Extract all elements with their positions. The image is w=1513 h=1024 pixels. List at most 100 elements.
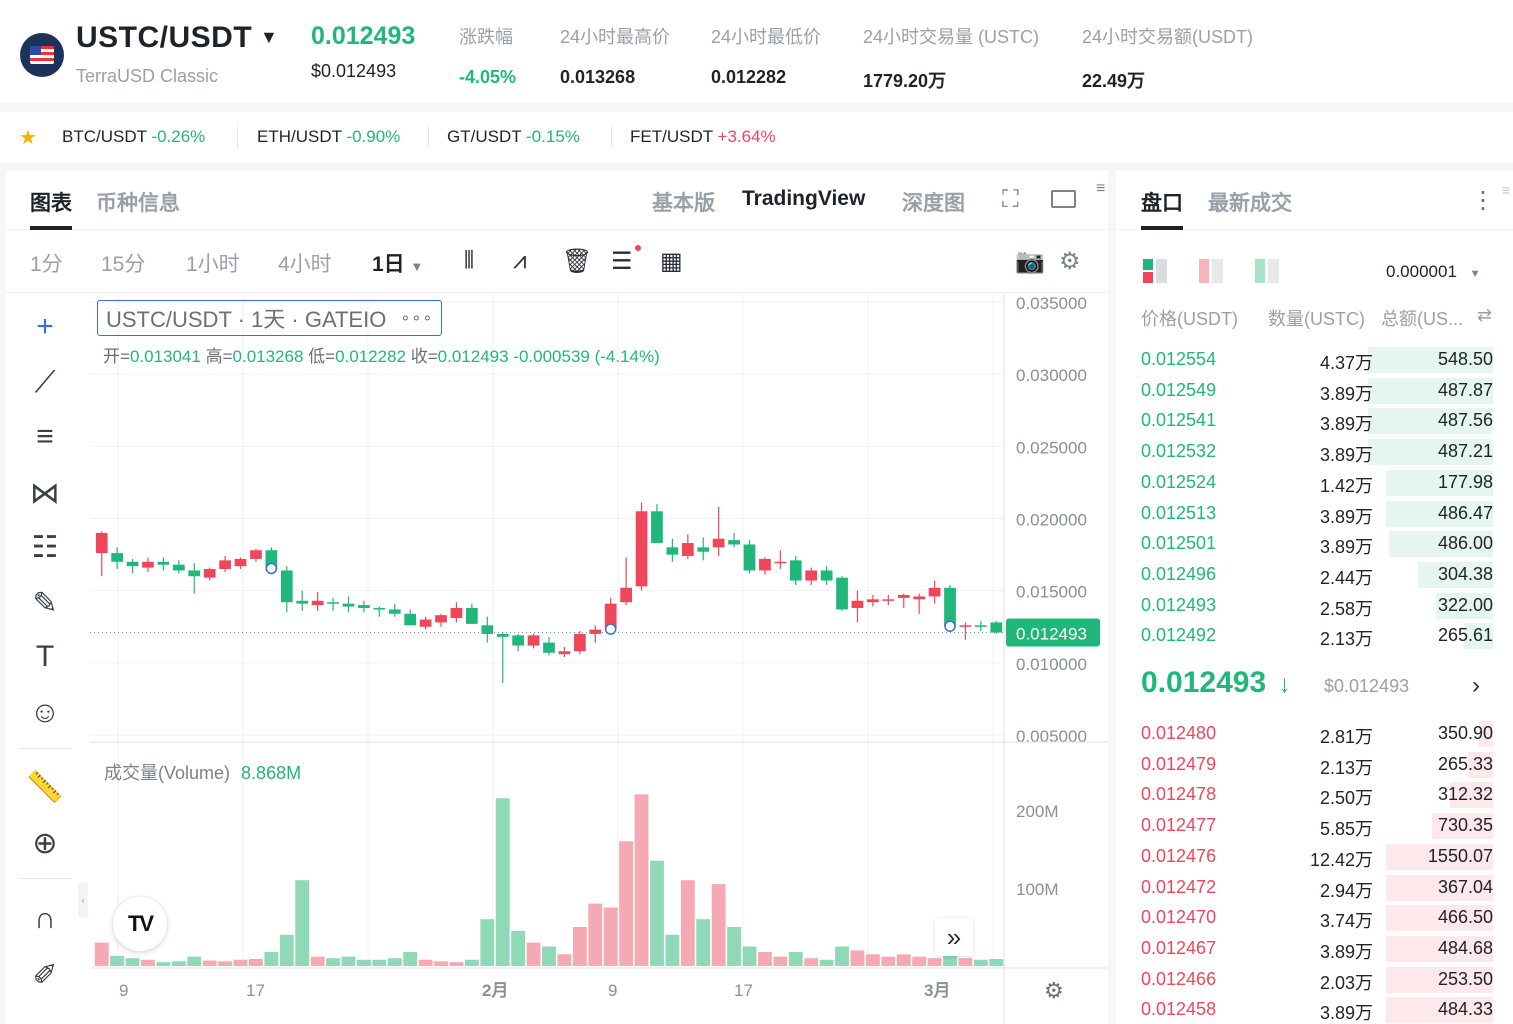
volume-bar [249,958,263,966]
bid-row[interactable]: 0.012470 3.74万 466.50 [1116,903,1513,933]
low-label: 低= [308,347,336,366]
row-quantity: 3.89万 [1319,445,1373,466]
row-total: 265.61 [1437,625,1493,646]
ticker-item-eth[interactable]: ETH/USDT -0.90% [257,127,400,147]
ask-row[interactable]: 0.012554 4.37万 548.50 [1116,345,1513,375]
bid-row[interactable]: 0.012466 2.03万 253.50 [1116,965,1513,995]
scroll-to-latest-button[interactable]: » [935,918,973,956]
legend-title: USTC/USDT · 1天 · GATEIO [106,307,387,332]
row-quantity: 3.89万 [1319,941,1373,962]
candle-body [836,577,848,610]
caret-down-icon[interactable]: ▼ [260,27,278,48]
panel-menu-icon[interactable]: ≡ [1502,182,1510,198]
volume-bar [835,946,849,966]
y-tick-label: 0.005000 [1016,727,1087,746]
pair-selector[interactable]: USTC/USDT [76,21,252,55]
candle-body [512,635,525,646]
row-total: 265.33 [1437,753,1493,774]
book-view-asks-icon[interactable] [1254,258,1280,284]
book-view-both-icon[interactable] [1142,258,1168,284]
ask-row[interactable]: 0.012493 2.58万 322.00 [1116,591,1513,621]
volume-bar [295,880,310,966]
ticker-item-btc[interactable]: BTC/USDT -0.26% [62,127,205,147]
bid-row[interactable]: 0.012480 2.81万 350.90 [1116,719,1513,749]
candle-body [697,547,710,552]
volume-bar [480,919,495,966]
ask-row[interactable]: 0.012501 3.89万 486.00 [1116,529,1513,559]
col-price: 价格(USDT) [1141,309,1238,329]
change-value: -0.000539 (-4.14%) [513,347,660,366]
ticker-item-fet[interactable]: FET/USDT +3.64% [630,127,776,147]
ticker-divider [237,126,238,148]
volume-bar [94,942,109,966]
favorites-ticker: ★ BTC/USDT -0.26% ETH/USDT -0.90% GT/USD… [0,112,1513,162]
bid-row[interactable]: 0.012478 2.50万 312.32 [1116,780,1513,810]
candle-body [928,587,941,597]
book-view-bids-icon[interactable] [1198,258,1224,284]
row-price: 0.012501 [1141,533,1217,554]
row-price: 0.012541 [1141,410,1217,431]
ask-row[interactable]: 0.012549 3.89万 487.87 [1116,376,1513,406]
volume-bar [233,959,248,966]
series-legend[interactable]: USTC/USDT · 1天 · GATEIO ∘∘∘ [97,300,443,336]
candle-body [142,561,154,568]
more-options-icon[interactable]: ∘∘∘ [400,308,433,328]
ask-row[interactable]: 0.012524 1.42万 177.98 [1116,468,1513,498]
stat-label: 24小时交易额(USDT) [1082,27,1254,47]
more-vertical-icon[interactable]: ⋮ [1471,186,1495,215]
bid-row[interactable]: 0.012467 3.89万 484.68 [1116,934,1513,964]
close-label: 收= [410,347,438,366]
candle-body [95,532,108,554]
bid-row[interactable]: 0.012458 3.89万 484.33 [1116,995,1513,1024]
last-price: 0.012493 [311,22,416,50]
y-tick-label: 0.025000 [1016,438,1087,457]
row-price: 0.012478 [1141,784,1217,805]
volume-bar [526,942,541,966]
volume-bar [356,959,371,966]
tab-latest-trades[interactable]: 最新成交 [1208,187,1292,217]
volume-bar [557,954,572,966]
candlestick-chart[interactable]: 0.035000 0.030000 0.025000 0.020000 0.015000… [6,170,1108,1024]
tab-order-book[interactable]: 盘口 [1141,187,1183,217]
ask-row[interactable]: 0.012492 2.13万 265.61 [1116,621,1513,651]
row-quantity: 3.89万 [1319,414,1373,435]
x-tick-label: 9 [608,981,617,1000]
ticker-change: -0.15% [526,127,580,146]
ask-row[interactable]: 0.012532 3.89万 487.21 [1116,437,1513,467]
stat-turnover: 24小时交易额(USDT) 22.49万 [1082,23,1253,93]
axis-settings-icon[interactable]: ⚙ [1044,979,1064,1004]
volume-bar [588,903,603,966]
precision-select[interactable]: 0.000001 ▼ [1386,262,1481,282]
candle-body [666,547,679,555]
row-total: 484.33 [1437,999,1493,1020]
x-tick-label: 17 [734,981,753,1000]
ask-row[interactable]: 0.012513 3.89万 486.47 [1116,499,1513,529]
candle-body [743,544,756,571]
ticker-item-gt[interactable]: GT/USDT -0.15% [447,127,580,147]
bid-row[interactable]: 0.012476 12.42万 1550.07 [1116,842,1513,872]
bid-row[interactable]: 0.012479 2.13万 265.33 [1116,750,1513,780]
candle-body [589,629,602,634]
stat-high: 24小时最高价 0.013268 [560,23,670,88]
stat-low: 24小时最低价 0.012282 [711,23,821,88]
ask-row[interactable]: 0.012541 3.89万 487.56 [1116,406,1513,436]
volume-bar [958,958,973,966]
close-value: 0.012493 [437,347,509,366]
row-quantity: 3.74万 [1319,911,1373,932]
tradingview-logo[interactable]: TV [113,897,167,951]
bid-row[interactable]: 0.012477 5.85万 730.35 [1116,811,1513,841]
row-quantity: 2.94万 [1319,880,1373,901]
row-price: 0.012466 [1141,968,1217,989]
ticker-divider [611,126,612,148]
volume-bar [418,959,433,966]
swap-icon[interactable]: ⇄ [1477,305,1492,326]
y-tick-label: 0.020000 [1016,511,1087,530]
collapse-toolbar-handle[interactable]: ‹ [78,882,88,918]
ask-row[interactable]: 0.012496 2.44万 304.38 [1116,560,1513,590]
bid-row[interactable]: 0.012472 2.94万 367.04 [1116,873,1513,903]
chevron-right-icon[interactable]: › [1472,672,1480,700]
row-quantity: 3.89万 [1319,537,1373,558]
candle-body [157,561,170,565]
col-quantity: 数量(USTC) [1268,309,1365,329]
star-icon[interactable]: ★ [19,125,37,150]
